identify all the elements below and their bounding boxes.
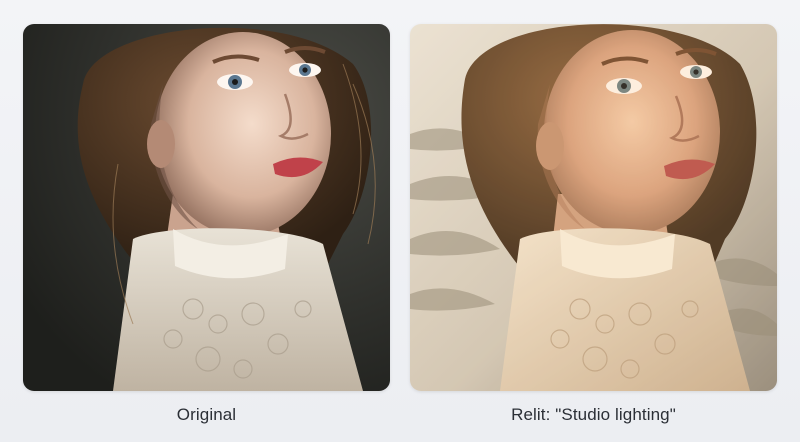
relit-caption: Relit: "Studio lighting" <box>511 405 676 424</box>
original-caption: Original <box>176 405 237 424</box>
relight-comparison: Original Relit: "Studio lighting" <box>0 0 800 442</box>
relit-image <box>410 24 777 391</box>
original-image <box>23 24 390 391</box>
portrait-photo-icon <box>23 24 390 391</box>
portrait-photo-relit-icon <box>410 24 777 391</box>
